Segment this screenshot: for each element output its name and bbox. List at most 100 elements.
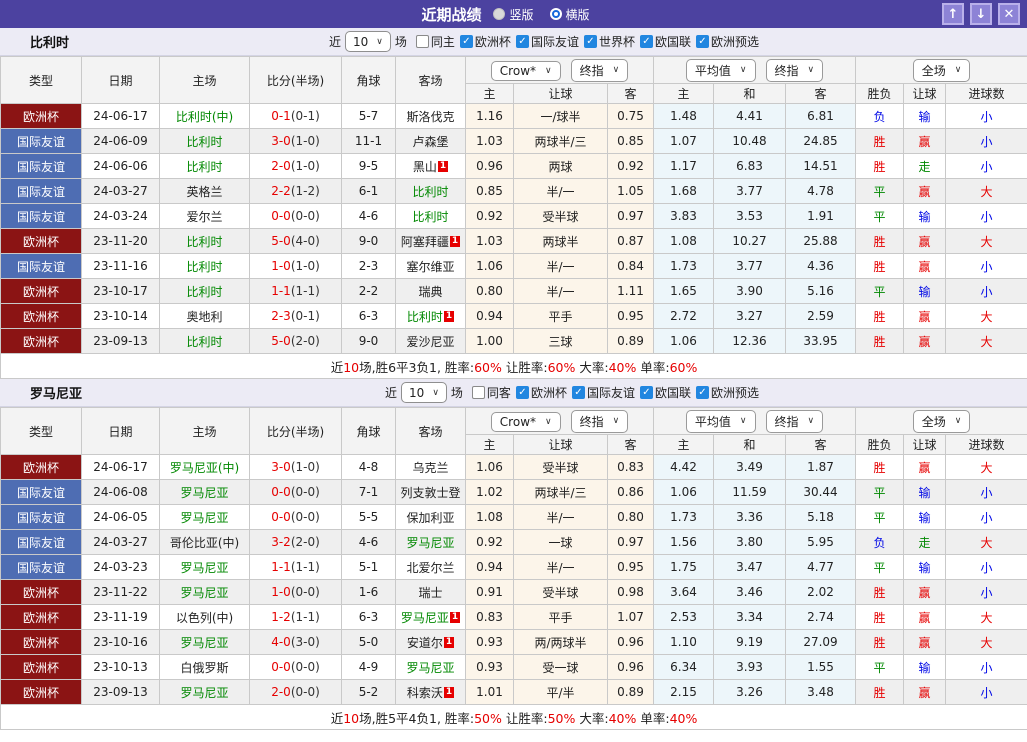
title-bar: 近期战绩 竖版 横版 ↑ ↓ ✕ (0, 0, 1027, 28)
summary-text: 40% (670, 711, 698, 726)
checkbox-unchecked-icon (416, 35, 429, 48)
league-filter[interactable]: ✓欧国联 (640, 384, 691, 401)
match-row: 国际友谊24-03-27英格兰2-2(1-2)6-1比利时0.85半/一1.05… (1, 179, 1027, 204)
crow-odds-away: 0.84 (608, 254, 654, 279)
result-goals: 大 (946, 530, 1027, 555)
match-count-select[interactable]: 10 ∨ (401, 382, 447, 403)
fulltime-score: 1-0 (271, 585, 291, 599)
home-team-name: 罗马尼亚(中) (170, 461, 239, 475)
league-filter[interactable]: ✓世界杯 (584, 33, 635, 50)
header-dropdown[interactable]: 平均值∨ (686, 59, 756, 82)
chevron-down-icon: ∨ (545, 417, 552, 427)
home-team-name: 比利时 (186, 235, 222, 249)
league-filter[interactable]: ✓欧洲杯 (516, 384, 567, 401)
home-team-name: 哥伦比亚(中) (170, 536, 239, 550)
col-header-corners: 角球 (342, 57, 396, 104)
away-team: 乌克兰 (396, 455, 466, 480)
move-down-button[interactable]: ↓ (970, 3, 992, 25)
match-row: 国际友谊24-06-08罗马尼亚0-0(0-0)7-1列支敦士登1.02两球半/… (1, 480, 1027, 505)
crow-odds-home: 1.01 (466, 680, 514, 705)
match-row: 国际友谊24-03-24爱尔兰0-0(0-0)4-6比利时0.92受半球0.97… (1, 204, 1027, 229)
col-header-date: 日期 (82, 408, 160, 455)
sub-header-crow-away: 客 (608, 435, 654, 455)
team-section: 罗马尼亚 近 10 ∨ 场 同客 ✓欧洲杯✓国际友谊✓欧国联✓欧洲预选 (0, 379, 1027, 730)
league-filter[interactable]: ✓欧洲杯 (460, 33, 511, 50)
match-row: 欧洲杯23-11-22罗马尼亚1-0(0-0)1-6瑞士0.91受半球0.983… (1, 580, 1027, 605)
league-filter[interactable]: ✓欧洲预选 (696, 384, 759, 401)
checkbox-checked-icon: ✓ (696, 35, 709, 48)
result-wdl: 胜 (856, 605, 904, 630)
red-card-badge: 1 (438, 161, 448, 172)
col-header-away: 客场 (396, 57, 466, 104)
col-header-date: 日期 (82, 57, 160, 104)
league-filter[interactable]: ✓国际友谊 (516, 33, 579, 50)
crow-odds-handicap: 两球半/三 (514, 480, 608, 505)
league-filter[interactable]: ✓欧国联 (640, 33, 691, 50)
halftime-score: (3-0) (291, 635, 320, 649)
crow-odds-home: 0.83 (466, 605, 514, 630)
layout-radio-horizontal[interactable]: 横版 (550, 6, 590, 23)
score-cell: 1-1(1-1) (250, 279, 342, 304)
radio-selected-icon (550, 8, 562, 20)
red-card-badge: 1 (450, 612, 460, 623)
avg-odds-home: 1.07 (654, 129, 714, 154)
avg-odds-draw: 3.47 (714, 555, 786, 580)
halftime-score: (0-0) (291, 585, 320, 599)
match-row: 欧洲杯23-10-16罗马尼亚4-0(3-0)5-0安道尔10.93两/两球半0… (1, 630, 1027, 655)
result-wdl: 平 (856, 655, 904, 680)
avg-odds-away: 25.88 (786, 229, 856, 254)
crow-odds-handicap: 受一球 (514, 655, 608, 680)
crow-odds-handicap: 半/一 (514, 555, 608, 580)
away-team: 科索沃1 (396, 680, 466, 705)
avg-odds-home: 1.73 (654, 505, 714, 530)
header-dropdown[interactable]: Crow*∨ (491, 412, 561, 432)
header-dropdown[interactable]: 终指∨ (571, 59, 629, 82)
header-dropdown[interactable]: 终指∨ (766, 410, 824, 433)
layout-radio-vertical[interactable]: 竖版 (493, 6, 533, 23)
summary-text: 单率: (636, 360, 669, 375)
crow-odds-away: 0.95 (608, 555, 654, 580)
avg-odds-home: 3.83 (654, 204, 714, 229)
header-dropdown[interactable]: 平均值∨ (686, 410, 756, 433)
score-cell: 1-1(1-1) (250, 555, 342, 580)
dropdown-label: 全场 (922, 62, 946, 79)
crow-odds-home: 0.93 (466, 630, 514, 655)
average-odds-group-header: 平均值∨ 终指∨ (654, 57, 856, 84)
home-team-name: 白俄罗斯 (180, 661, 228, 675)
result-handicap: 走 (904, 154, 946, 179)
header-dropdown[interactable]: 全场∨ (913, 410, 971, 433)
league-filter[interactable]: ✓国际友谊 (572, 384, 635, 401)
avg-odds-away: 3.48 (786, 680, 856, 705)
same-venue-filter[interactable]: 同主 (416, 33, 455, 50)
crow-odds-away: 0.75 (608, 104, 654, 129)
move-up-button[interactable]: ↑ (942, 3, 964, 25)
avg-odds-draw: 6.83 (714, 154, 786, 179)
result-goals: 小 (946, 580, 1027, 605)
result-handicap: 赢 (904, 605, 946, 630)
header-dropdown[interactable]: 全场∨ (913, 59, 971, 82)
halftime-score: (1-1) (291, 610, 320, 624)
header-dropdown[interactable]: 终指∨ (766, 59, 824, 82)
crow-odds-away: 0.96 (608, 630, 654, 655)
header-dropdown[interactable]: Crow*∨ (491, 61, 561, 81)
header-dropdown[interactable]: 终指∨ (571, 410, 629, 433)
match-count-select[interactable]: 10 ∨ (345, 31, 391, 52)
result-wdl: 平 (856, 179, 904, 204)
near-label: 近 (329, 33, 341, 50)
score-cell: 4-0(3-0) (250, 630, 342, 655)
league-filter-label: 欧洲预选 (711, 33, 759, 50)
fulltime-score: 3-0 (271, 460, 291, 474)
checkbox-unchecked-icon (472, 386, 485, 399)
same-venue-filter[interactable]: 同客 (472, 384, 511, 401)
crow-odds-handicap: 受半球 (514, 204, 608, 229)
crow-odds-group-header: Crow*∨ 终指∨ (466, 57, 654, 84)
match-date: 23-10-17 (82, 279, 160, 304)
home-team-name: 罗马尼亚 (180, 586, 228, 600)
score-cell: 0-0(0-0) (250, 204, 342, 229)
halftime-score: (0-0) (291, 485, 320, 499)
sub-header-crow-handicap: 让球 (514, 435, 608, 455)
close-button[interactable]: ✕ (998, 3, 1020, 25)
result-handicap: 赢 (904, 254, 946, 279)
match-rows: 欧洲杯24-06-17比利时(中)0-1(0-1)5-7斯洛伐克1.16一/球半… (1, 104, 1027, 354)
league-filter[interactable]: ✓欧洲预选 (696, 33, 759, 50)
